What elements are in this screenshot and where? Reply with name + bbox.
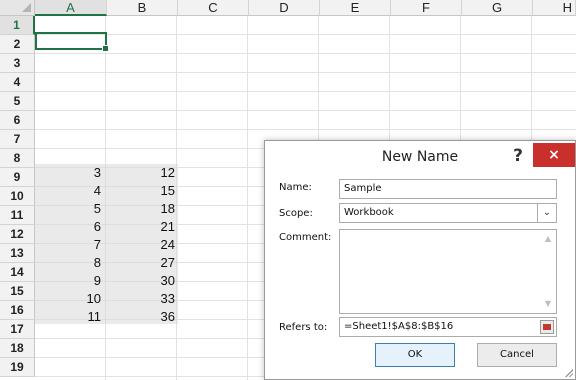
row-header-10[interactable]: 10 xyxy=(0,187,35,206)
cell-b10[interactable]: 18 xyxy=(107,200,178,218)
cell-b16[interactable]: 36 xyxy=(107,308,178,326)
cell-value: 30 xyxy=(160,273,175,288)
cell-a15[interactable]: 10 xyxy=(35,290,107,308)
cell-a9[interactable]: 4 xyxy=(35,182,107,200)
column-header-b[interactable]: B xyxy=(107,0,178,16)
close-button[interactable]: × xyxy=(533,143,575,167)
row-header-15[interactable]: 15 xyxy=(0,282,35,301)
scope-label: Scope: xyxy=(279,208,313,219)
cell-value: 36 xyxy=(160,309,175,324)
row-header-9[interactable]: 9 xyxy=(0,168,35,187)
cell-value: 21 xyxy=(160,219,175,234)
column-header-f[interactable]: F xyxy=(391,0,462,16)
scroll-down-icon[interactable]: ▼ xyxy=(542,299,554,309)
row-header-3[interactable]: 3 xyxy=(0,54,35,73)
cell-value: 4 xyxy=(93,183,101,198)
refers-to-field[interactable]: =Sheet1!$A$8:$B$16 xyxy=(339,317,557,337)
cell-a13[interactable]: 8 xyxy=(35,254,107,272)
row-header-12[interactable]: 12 xyxy=(0,225,35,244)
cell-a8[interactable]: 3 xyxy=(35,164,107,182)
cell-b13[interactable]: 27 xyxy=(107,254,178,272)
column-header-h[interactable]: H xyxy=(533,0,576,16)
cell-b11[interactable]: 21 xyxy=(107,218,178,236)
row-header-6[interactable]: 6 xyxy=(0,111,35,130)
refers-to-value: =Sheet1!$A$8:$B$16 xyxy=(344,321,454,332)
collapse-dialog-icon[interactable] xyxy=(540,320,554,334)
cell-a10[interactable]: 5 xyxy=(35,200,107,218)
scope-value: Workbook xyxy=(344,207,394,218)
cell-a11[interactable]: 6 xyxy=(35,218,107,236)
cell-b14[interactable]: 30 xyxy=(107,272,178,290)
cell-b9[interactable]: 15 xyxy=(107,182,178,200)
cell-value: 27 xyxy=(160,255,175,270)
select-all-corner[interactable] xyxy=(0,0,35,16)
cell-b12[interactable]: 24 xyxy=(107,236,178,254)
column-header-d[interactable]: D xyxy=(249,0,320,16)
cell-value: 15 xyxy=(160,183,175,198)
cell-value: 12 xyxy=(160,165,175,180)
cell-a14[interactable]: 9 xyxy=(35,272,107,290)
row-header-8[interactable]: 8 xyxy=(0,149,35,168)
cell-b15[interactable]: 33 xyxy=(107,290,178,308)
row-header-4[interactable]: 4 xyxy=(0,73,35,92)
comment-field[interactable]: ▲ ▼ xyxy=(339,229,557,314)
row-header-16[interactable]: 16 xyxy=(0,301,35,320)
row-header-5[interactable]: 5 xyxy=(0,92,35,111)
row-header-19[interactable]: 19 xyxy=(0,358,35,377)
column-header-a[interactable]: A xyxy=(35,0,107,16)
cell-a12[interactable]: 7 xyxy=(35,236,107,254)
row-header-7[interactable]: 7 xyxy=(0,130,35,149)
active-cell-a1[interactable] xyxy=(35,32,109,52)
cell-a16[interactable]: 11 xyxy=(35,308,107,326)
row-header-18[interactable]: 18 xyxy=(0,339,35,358)
name-field[interactable]: Sample xyxy=(339,179,557,199)
range-icon xyxy=(543,324,551,330)
cell-value: 7 xyxy=(93,237,101,252)
cell-value: 24 xyxy=(160,237,175,252)
new-name-dialog: New Name ? × Name: Sample Scope: Workboo… xyxy=(264,140,576,380)
fill-handle[interactable] xyxy=(102,45,109,52)
cell-value: 5 xyxy=(93,201,101,216)
cell-value: 33 xyxy=(160,291,175,306)
column-header-c[interactable]: C xyxy=(178,0,249,16)
column-header-g[interactable]: G xyxy=(462,0,533,16)
row-header-14[interactable]: 14 xyxy=(0,263,35,282)
resize-grip-icon[interactable] xyxy=(563,367,573,377)
cell-b8[interactable]: 12 xyxy=(107,164,178,182)
cancel-button[interactable]: Cancel xyxy=(477,343,557,367)
row-header-1[interactable]: 1 xyxy=(0,16,35,35)
dialog-title: New Name xyxy=(381,149,459,165)
cell-value: 11 xyxy=(87,309,102,324)
cell-value: 3 xyxy=(93,165,101,180)
row-header-17[interactable]: 17 xyxy=(0,320,35,339)
ok-button[interactable]: OK xyxy=(375,343,455,367)
cell-value: 6 xyxy=(93,219,101,234)
cell-value: 18 xyxy=(160,201,175,216)
cell-value: 8 xyxy=(93,255,101,270)
row-header-2[interactable]: 2 xyxy=(0,35,35,54)
scope-select[interactable]: Workbook ⌄ xyxy=(339,203,557,223)
refers-to-label: Refers to: xyxy=(279,322,328,333)
scroll-up-icon[interactable]: ▲ xyxy=(542,234,554,244)
comment-label: Comment: xyxy=(279,232,332,243)
column-header-e[interactable]: E xyxy=(320,0,391,16)
cell-value: 10 xyxy=(86,291,101,306)
row-header-13[interactable]: 13 xyxy=(0,244,35,263)
row-header-11[interactable]: 11 xyxy=(0,206,35,225)
chevron-down-icon[interactable]: ⌄ xyxy=(537,204,556,222)
cell-value: 9 xyxy=(93,273,101,288)
name-label: Name: xyxy=(279,182,312,193)
select-all-icon xyxy=(22,3,31,12)
help-button[interactable]: ? xyxy=(509,145,527,167)
